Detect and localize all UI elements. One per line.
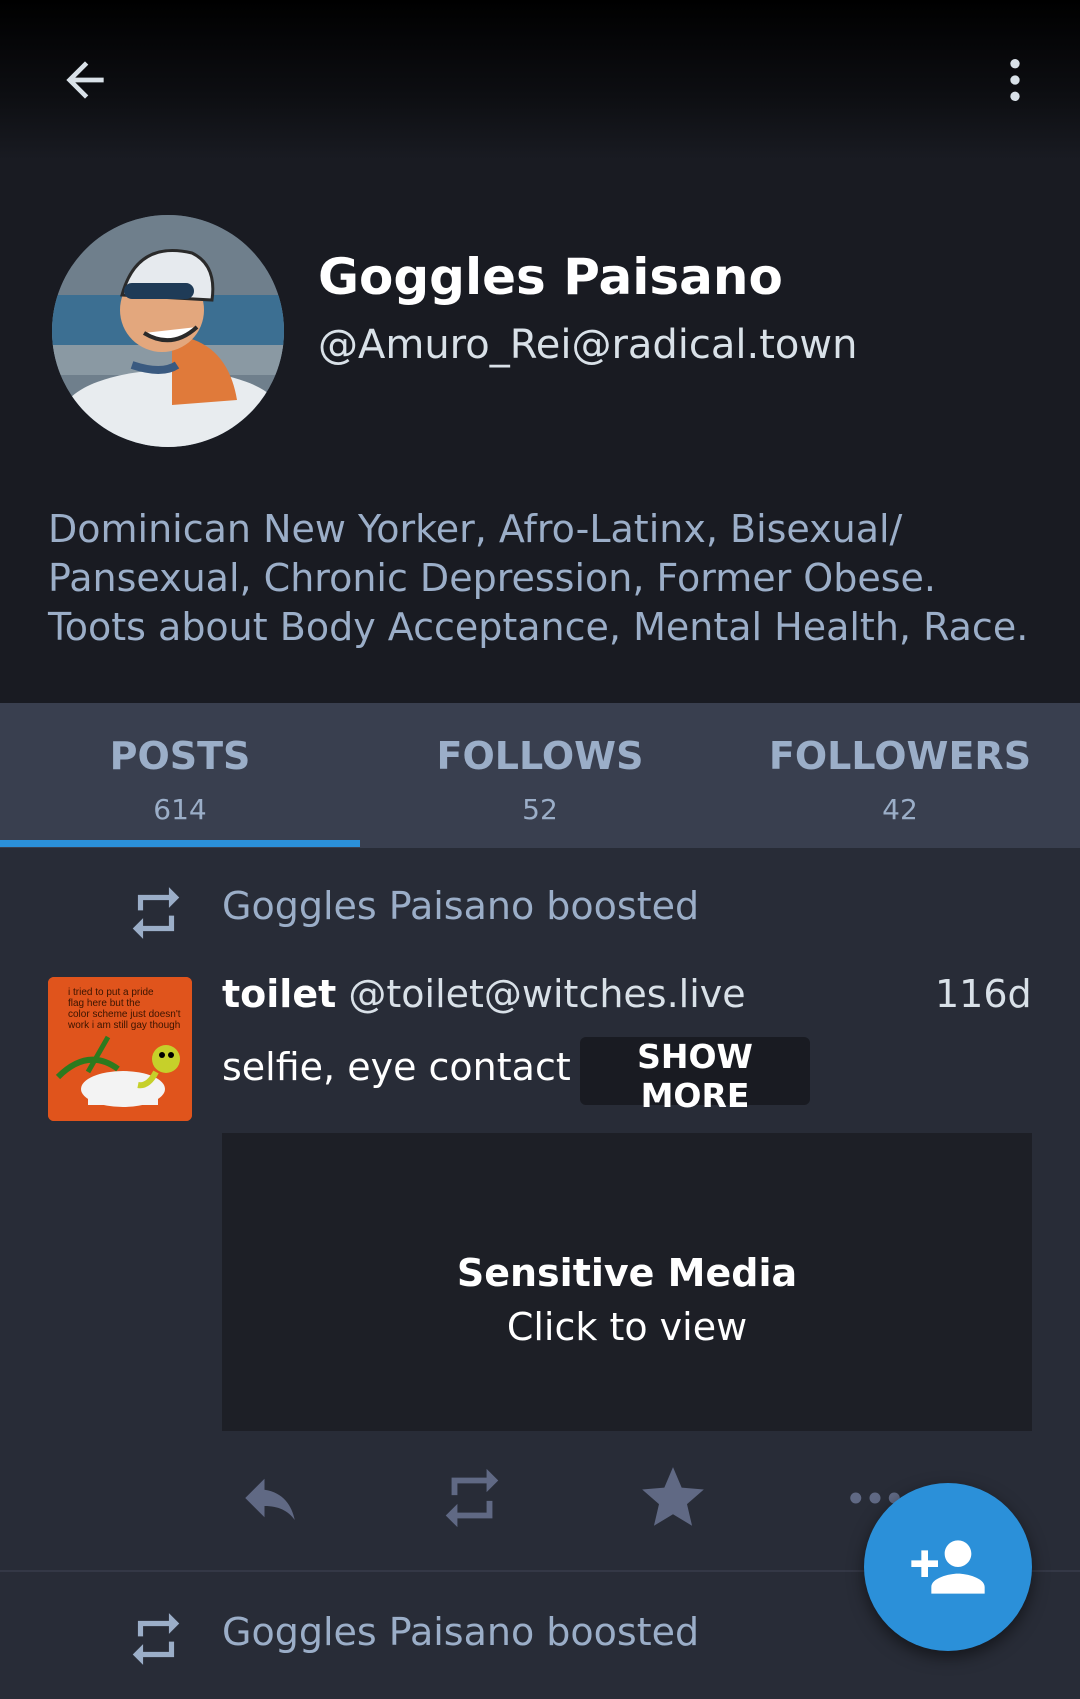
favourite-button[interactable]	[628, 1458, 718, 1538]
follow-button[interactable]	[864, 1483, 1032, 1651]
tab-follows[interactable]: FOLLOWS 52	[360, 703, 720, 848]
avatar-image: i tried to put a pride flag here but the…	[48, 977, 192, 1121]
bio-line: Toots about Body Acceptance, Mental Heal…	[48, 605, 1029, 649]
profile-tabs: POSTS 614 FOLLOWS 52 FOLLOWERS 42	[0, 703, 1080, 848]
svg-text:flag here but the: flag here but the	[68, 998, 141, 1009]
tab-label: FOLLOWERS	[768, 734, 1032, 778]
status-author-name[interactable]: toilet	[222, 972, 336, 1016]
profile-avatar[interactable]	[52, 215, 284, 447]
tab-followers[interactable]: FOLLOWERS 42	[720, 703, 1080, 848]
status-header: toilet @toilet@witches.live	[222, 972, 746, 1016]
boost-button[interactable]	[427, 1458, 517, 1538]
header-toolbar	[0, 0, 1080, 160]
more-vert-icon	[1010, 59, 1020, 101]
sensitive-media-title: Sensitive Media	[456, 1251, 798, 1295]
status-timestamp: 116d	[935, 972, 1032, 1016]
arrow-left-icon	[66, 61, 104, 99]
tab-count: 42	[882, 793, 918, 826]
status-author-avatar[interactable]: i tried to put a pride flag here but the…	[48, 977, 192, 1121]
tab-count: 614	[153, 793, 207, 826]
svg-text:work i am still gay though: work i am still gay though	[67, 1020, 180, 1031]
reply-icon	[245, 1478, 295, 1520]
tab-label: POSTS	[109, 734, 251, 778]
sensitive-media-subtitle: Click to view	[506, 1305, 748, 1349]
bio-line: Dominican New Yorker, Afro-Latinx, Bisex…	[48, 507, 903, 551]
star-icon	[642, 1467, 704, 1526]
profile-header: Goggles Paisano @Amuro_Rei@radical.town …	[0, 0, 1080, 703]
profile-bio: Dominican New Yorker, Afro-Latinx, Bisex…	[48, 505, 1048, 652]
repeat-icon	[132, 887, 180, 939]
tab-posts[interactable]: POSTS 614	[0, 703, 360, 848]
overflow-menu-button[interactable]	[980, 40, 1050, 120]
profile-account-handle: @Amuro_Rei@radical.town	[318, 322, 858, 368]
avatar-image	[52, 215, 284, 447]
boost-label: Goggles Paisano boosted	[222, 884, 700, 928]
content-warning-text: selfie, eye contact	[222, 1045, 571, 1089]
tab-count: 52	[522, 793, 558, 826]
bio-line: Pansexual, Chronic Depression, Former Ob…	[48, 556, 936, 600]
svg-text:color scheme just doesn't: color scheme just doesn't	[68, 1009, 181, 1020]
boost-header: Goggles Paisano boosted	[0, 870, 1080, 950]
sensitive-media-placeholder[interactable]: Sensitive Media Click to view	[222, 1133, 1032, 1431]
repeat-icon	[132, 1613, 180, 1665]
boost-label: Goggles Paisano boosted	[222, 1610, 700, 1654]
person-add-icon	[911, 1540, 985, 1594]
active-tab-indicator	[0, 840, 360, 847]
status-author-handle[interactable]: @toilet@witches.live	[348, 972, 745, 1016]
reply-button[interactable]	[225, 1458, 315, 1538]
back-button[interactable]	[40, 40, 130, 120]
tab-label: FOLLOWS	[436, 734, 644, 778]
svg-text:i tried to put a pride: i tried to put a pride	[68, 987, 154, 998]
show-more-button[interactable]: SHOW MORE	[580, 1037, 810, 1115]
profile-display-name: Goggles Paisano	[318, 248, 783, 306]
repeat-icon	[445, 1468, 499, 1528]
